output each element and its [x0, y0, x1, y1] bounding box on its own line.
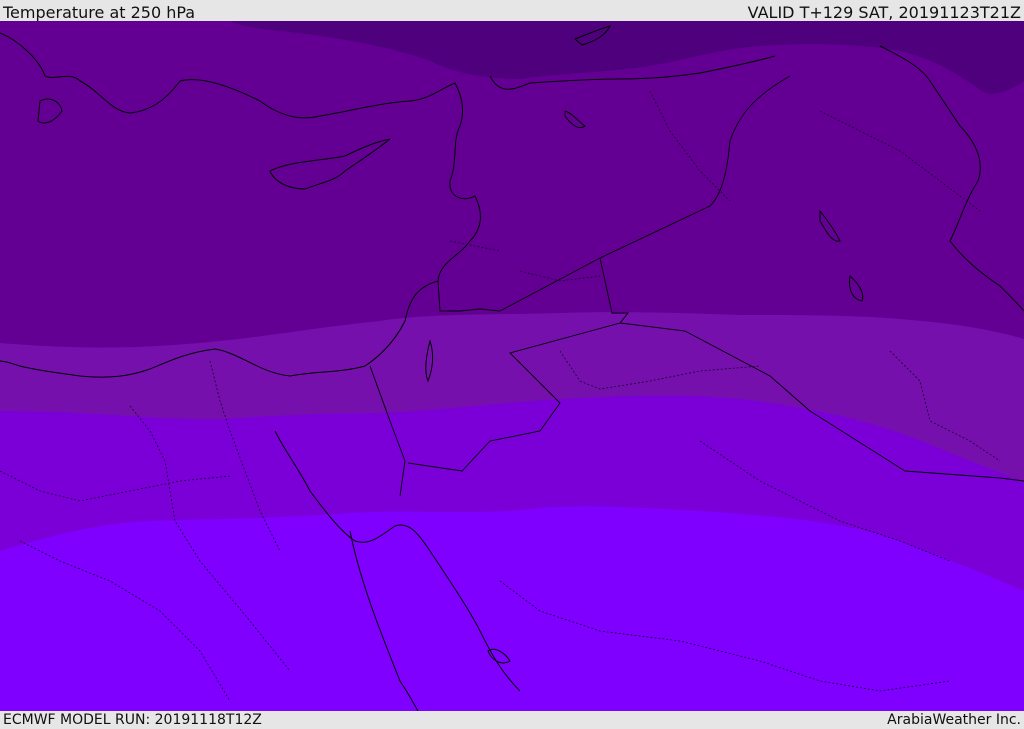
temperature-map — [0, 21, 1024, 711]
map-title: Temperature at 250 hPa — [3, 3, 196, 22]
credit-label: ArabiaWeather Inc. — [887, 712, 1021, 728]
footer-bar: ECMWF MODEL RUN: 20191118T12Z ArabiaWeat… — [0, 711, 1024, 729]
header-bar: Temperature at 250 hPa VALID T+129 SAT, … — [0, 0, 1024, 21]
valid-time-label: VALID T+129 SAT, 20191123T21Z — [747, 3, 1021, 22]
map-canvas — [0, 21, 1024, 711]
model-run-label: ECMWF MODEL RUN: 20191118T12Z — [3, 712, 262, 728]
